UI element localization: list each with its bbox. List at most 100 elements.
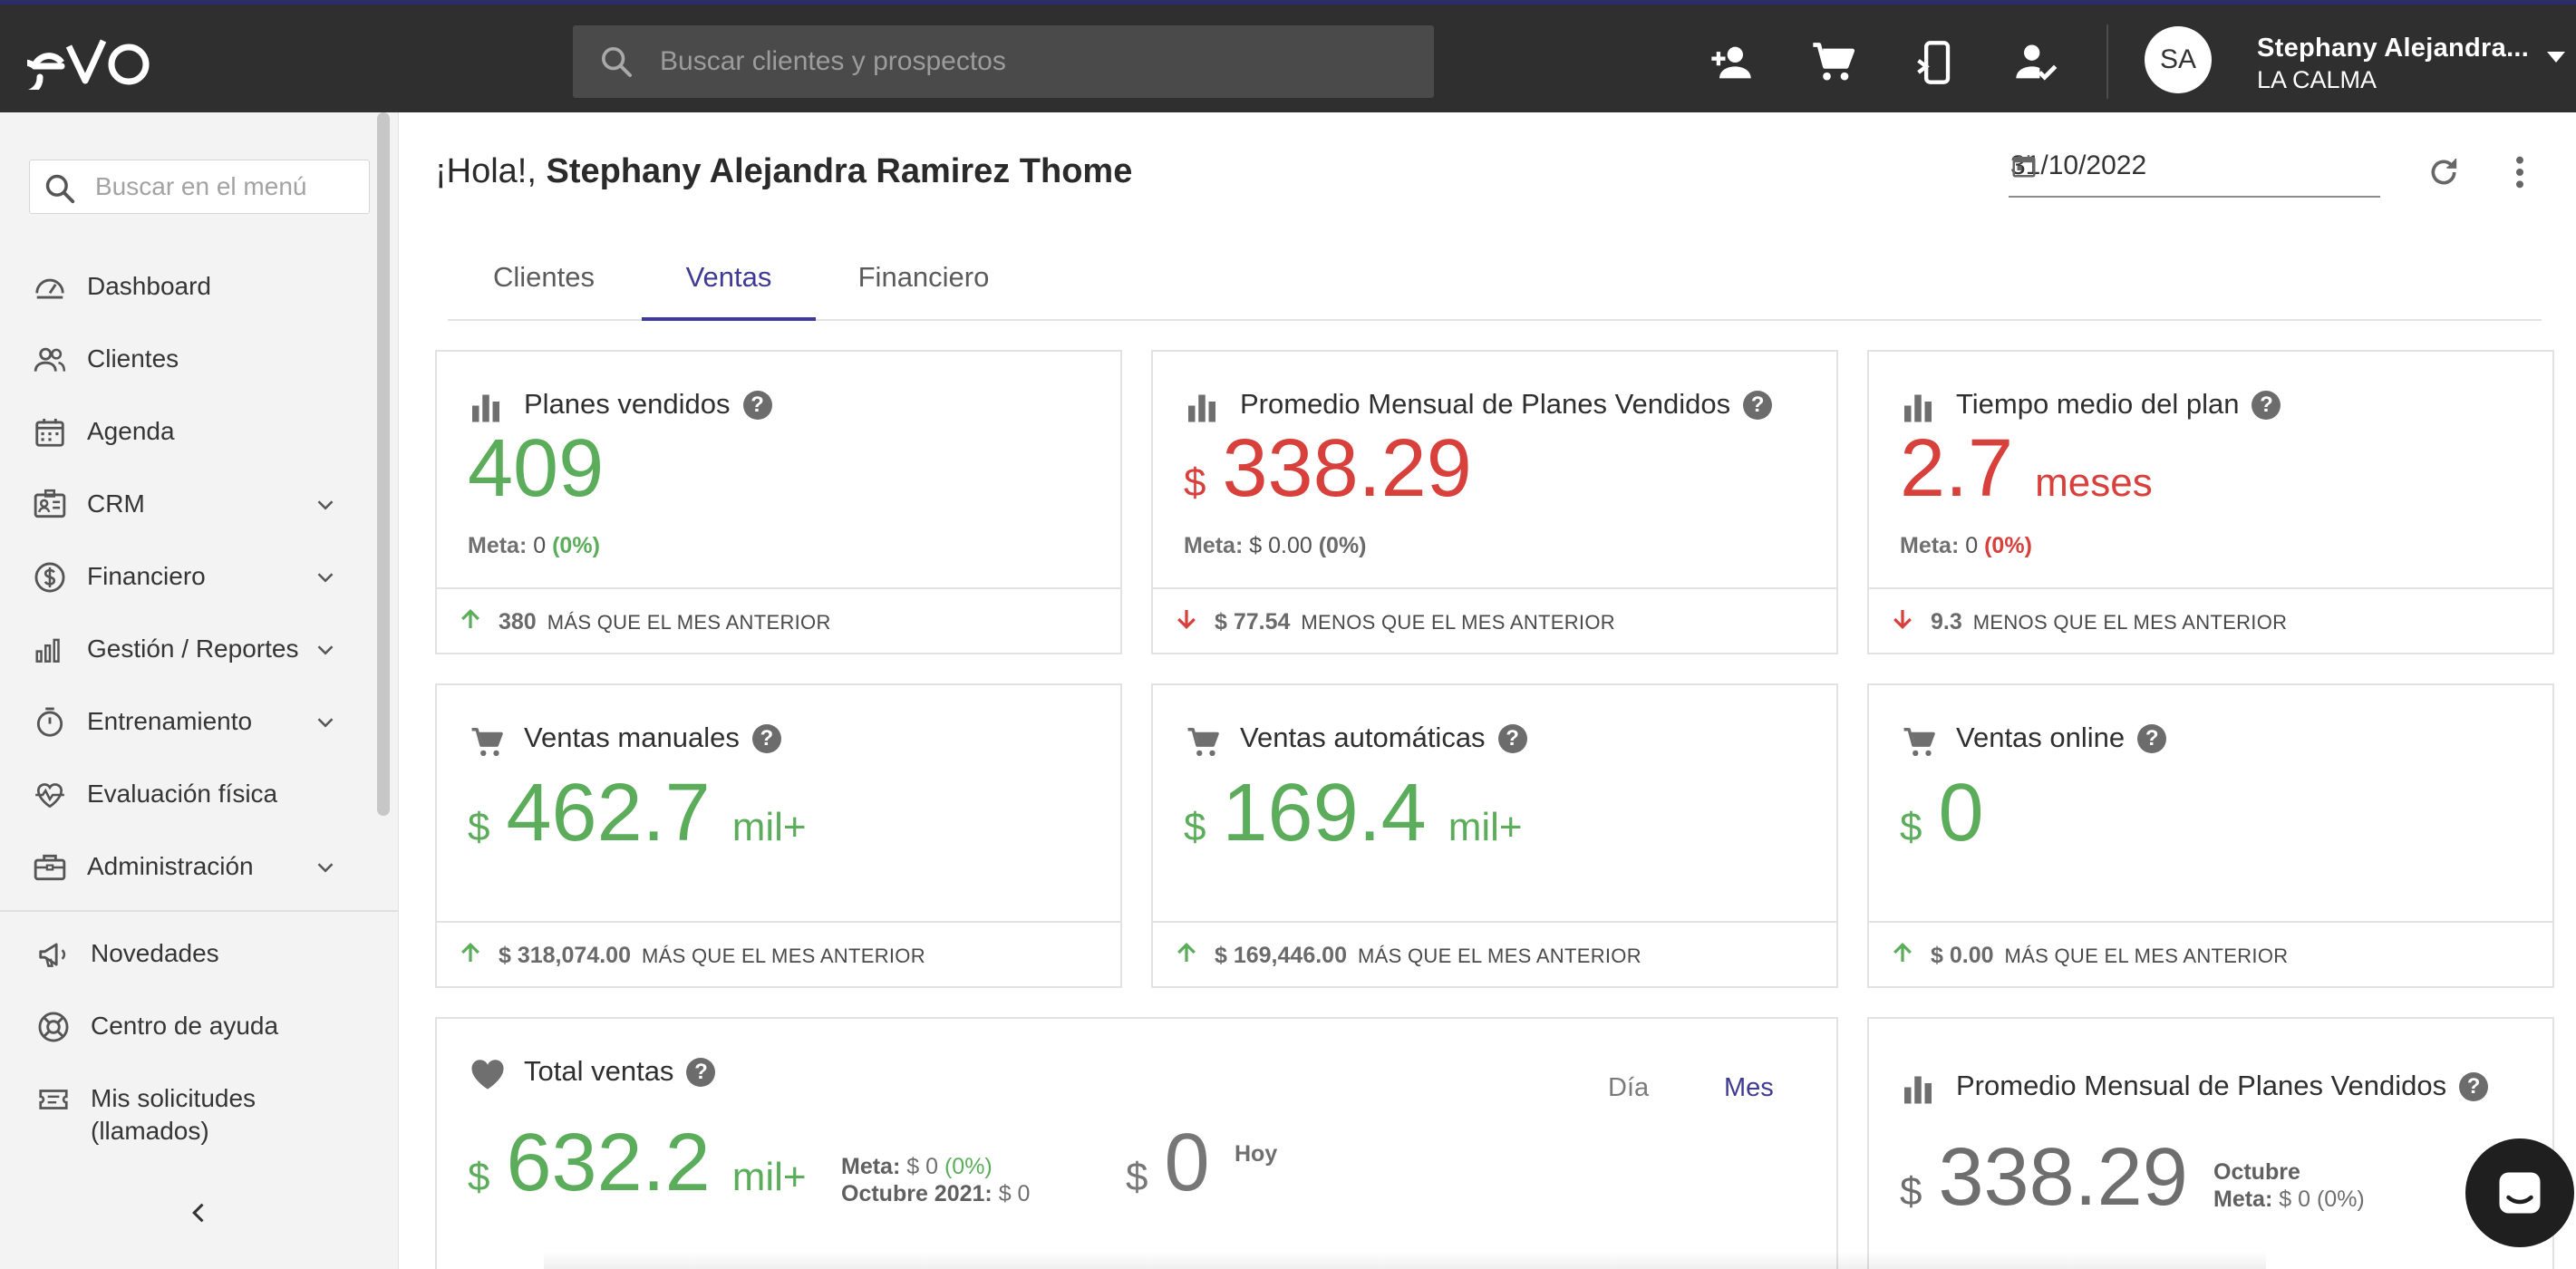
chevron-down-icon: [312, 491, 339, 518]
arrow-up-icon: [457, 939, 484, 966]
card-footer: $ 318,074.00 MÁS QUE EL MES ANTERIOR: [437, 921, 1120, 986]
ticket-icon: [36, 1082, 71, 1117]
card-total-ventas: Total ventas? Día Mes $632.2 mil+ Meta: $…: [435, 1017, 1838, 1269]
bar-chart-icon: [1186, 392, 1218, 422]
card-ventas-online: Ventas online? $0 $ 0.00 MÁS QUE EL MES A…: [1867, 683, 2554, 988]
timer-icon: [33, 705, 67, 740]
sidebar-item-label: Gestión / Reportes: [87, 634, 299, 663]
help-icon[interactable]: ?: [1743, 391, 1773, 420]
card-title: Ventas manuales?: [524, 722, 781, 754]
sidebar-item-clientes[interactable]: Clientes: [0, 332, 372, 386]
arrow-down-icon: [1173, 605, 1200, 633]
calendar-icon: [33, 415, 67, 450]
sidebar-item-centro-de-ayuda[interactable]: Centro de ayuda: [0, 999, 372, 1053]
page-title: ¡Hola!, Stephany Alejandra Ramirez Thome: [435, 152, 1132, 191]
help-icon[interactable]: ?: [2252, 391, 2281, 420]
card-title: Promedio Mensual de Planes Vendidos?: [1240, 388, 1773, 421]
card-footer-value: 380 MÁS QUE EL MES ANTERIOR: [499, 609, 831, 634]
tab-ventas[interactable]: Ventas: [642, 243, 816, 321]
chevron-down-icon: [312, 636, 339, 664]
help-icon[interactable]: ?: [742, 391, 772, 420]
card-value: $338.29: [1184, 423, 1472, 514]
more-vert-icon[interactable]: [2503, 154, 2536, 190]
card-footer: $ 169,446.00 MÁS QUE EL MES ANTERIOR: [1153, 921, 1836, 986]
card-ventas-automaticas: Ventas automáticas? $169.4 mil+ $ 169,446…: [1151, 683, 1838, 988]
help-icon[interactable]: ?: [2137, 724, 2167, 753]
sidebar-item-evaluacion-fisica[interactable]: Evaluación física: [0, 767, 372, 821]
heart-icon: [470, 1057, 506, 1091]
arrow-up-icon: [1173, 939, 1200, 966]
chevron-down-icon[interactable]: [2545, 48, 2567, 66]
help-icon[interactable]: ?: [2459, 1072, 2489, 1101]
sidebar-item-crm[interactable]: CRM: [0, 477, 372, 531]
sidebar-item-label: Mis solicitudes: [91, 1084, 257, 1112]
today-value: $0: [1126, 1118, 1210, 1208]
sidebar-item-novedades[interactable]: Novedades: [0, 926, 372, 981]
sidebar-item-label: Novedades: [91, 939, 219, 967]
evo-logo[interactable]: [27, 32, 154, 90]
calendar-icon[interactable]: [2010, 152, 2377, 179]
megaphone-icon: [36, 937, 71, 972]
card-value: $338.29: [1900, 1132, 2188, 1223]
refresh-icon[interactable]: [2426, 154, 2462, 190]
sidebar-item-mis-solicitudes[interactable]: Mis solicitudes (llamados): [0, 1071, 372, 1158]
user-unit[interactable]: LA CALMA: [2257, 66, 2377, 94]
sidebar-item-financiero[interactable]: Financiero: [0, 549, 372, 604]
card-footer: $ 0.00 MÁS QUE EL MES ANTERIOR: [1869, 921, 2552, 986]
chevron-down-icon: [312, 709, 339, 736]
sidebar-item-agenda[interactable]: Agenda: [0, 404, 372, 459]
sidebar-scrollbar[interactable]: [377, 112, 390, 816]
period-month-toggle[interactable]: Mes: [1724, 1073, 1774, 1103]
search-icon: [598, 44, 634, 80]
help-icon[interactable]: ?: [1497, 724, 1527, 753]
bar-chart-icon: [1902, 392, 1934, 422]
cart-icon[interactable]: [1809, 39, 1856, 86]
card-footer: 9.3 MENOS QUE EL MES ANTERIOR: [1869, 587, 2552, 653]
today-label: Hoy: [1235, 1141, 1278, 1167]
menu-search-box[interactable]: [29, 160, 370, 214]
contact-card-icon: [33, 488, 67, 522]
card-title: Planes vendidos?: [524, 388, 772, 421]
tab-financiero[interactable]: Financiero: [819, 243, 1028, 321]
collapse-sidebar-icon[interactable]: [187, 1200, 212, 1225]
user-name[interactable]: Stephany Alejandra...: [2257, 34, 2529, 63]
sidebar-item-sublabel: (llamados): [91, 1117, 209, 1145]
search-icon: [43, 171, 77, 206]
card-title: Ventas online?: [1956, 722, 2167, 754]
period-day-toggle[interactable]: Día: [1608, 1073, 1649, 1103]
card-title: Ventas automáticas?: [1240, 722, 1527, 754]
greeting-prefix: ¡Hola!,: [435, 152, 537, 190]
sidebar-item-dashboard[interactable]: Dashboard: [0, 259, 372, 314]
person-check-icon[interactable]: [2012, 39, 2059, 86]
arrow-down-icon: [1889, 605, 1916, 633]
help-icon[interactable]: ?: [686, 1058, 716, 1087]
sidebar-item-entrenamiento[interactable]: Entrenamiento: [0, 694, 372, 749]
sidebar: Dashboard Clientes Agenda CRM Financiero…: [0, 112, 399, 1269]
help-icon[interactable]: ?: [751, 724, 781, 753]
people-icon: [33, 343, 67, 377]
bar-chart-icon: [33, 633, 67, 667]
sidebar-item-label: Evaluación física: [87, 780, 278, 808]
client-search-box[interactable]: [573, 25, 1434, 98]
add-person-icon[interactable]: [1708, 39, 1755, 86]
avatar[interactable]: SA: [2145, 26, 2212, 93]
mobile-icon[interactable]: [1913, 39, 1960, 86]
sidebar-item-gestion-reportes[interactable]: Gestión / Reportes: [0, 622, 372, 676]
card-meta: Meta: 0 (0%): [1900, 533, 2032, 558]
chevron-down-icon: [312, 854, 339, 881]
sidebar-item-administracion[interactable]: Administración: [0, 839, 372, 894]
menu-search-input[interactable]: [95, 160, 358, 213]
cart-icon: [470, 725, 506, 760]
card-footer-value: 9.3 MENOS QUE EL MES ANTERIOR: [1931, 609, 2288, 634]
date-picker[interactable]: 31/10/2022: [2009, 145, 2380, 198]
lifebuoy-icon: [36, 1010, 71, 1044]
total-meta-note: Meta: $ 0 (0%) Octubre 2021: $ 0: [841, 1154, 1031, 1206]
card-planes-vendidos: Planes vendidos? 409 Meta: 0 (0%) 380 MÁS…: [435, 350, 1122, 654]
tab-clientes[interactable]: Clientes: [448, 243, 640, 321]
chat-launcher-button[interactable]: [2465, 1138, 2574, 1247]
sidebar-item-label: Administración: [87, 852, 254, 880]
client-search-input[interactable]: [660, 25, 1412, 98]
sidebar-item-label: Financiero: [87, 562, 206, 590]
dollar-icon: [33, 560, 67, 595]
card-footer: $ 77.54 MENOS QUE EL MES ANTERIOR: [1153, 587, 1836, 653]
